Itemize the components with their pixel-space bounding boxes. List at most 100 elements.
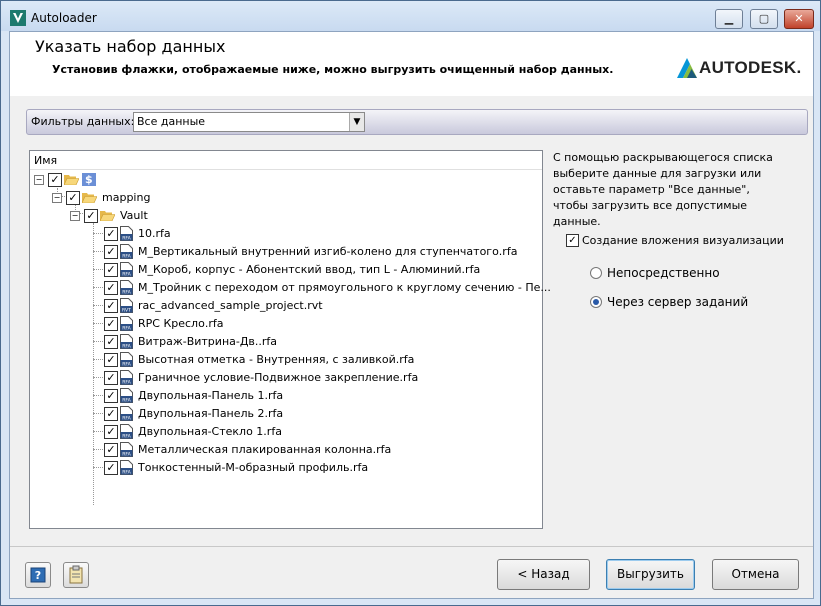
file-row[interactable]: ✓ RFA RPC Кресло.rfa (104, 316, 538, 332)
file-type-badge: RVT (122, 308, 131, 314)
minimize-button[interactable]: ▁ (715, 9, 743, 29)
tree-node-mapping[interactable]: − ✓ mapping (52, 190, 352, 206)
vault-checkbox[interactable]: ✓ (84, 209, 98, 223)
file-type-badge: RFA (122, 254, 131, 260)
document-icon: RFA (120, 352, 133, 367)
file-checkbox[interactable]: ✓ (104, 353, 118, 367)
root-checkbox[interactable]: ✓ (48, 173, 62, 187)
file-row[interactable]: ✓ RFA Металлическая плакированная колонна.… (104, 442, 538, 458)
file-type-badge: RFA (122, 380, 131, 386)
document-icon: RVT (120, 298, 133, 313)
file-row[interactable]: ✓ RFA Двупольная-Панель 2.rfa (104, 406, 538, 422)
document-icon: RFA (120, 406, 133, 421)
title-bar[interactable]: Autoloader ▁ ▢ ✕ (1, 1, 820, 31)
file-name: М_Тройник с переходом от прямоугольного … (138, 281, 551, 294)
file-checkbox[interactable]: ✓ (104, 389, 118, 403)
create-attachment-checkbox[interactable]: ✓ (566, 234, 579, 247)
radio-direct-label: Непосредственно (607, 266, 720, 280)
file-row[interactable]: ✓ RFA Двупольная-Стекло 1.rfa (104, 424, 538, 440)
cancel-button[interactable]: Отмена (712, 559, 799, 590)
file-row[interactable]: ✓ RFA Тонкостенный-М-образный профиль.rfa (104, 460, 538, 476)
file-type-badge: RFA (122, 326, 131, 332)
radio-server-label: Через сервер заданий (607, 295, 749, 309)
back-button[interactable]: < Назад (497, 559, 590, 590)
autodesk-logo-icon (677, 58, 697, 78)
document-icon: RFA (120, 424, 133, 439)
file-row[interactable]: ✓ RFA М_Короб, корпус - Абонентский ввод, … (104, 262, 538, 278)
clipboard-icon (69, 565, 83, 584)
file-checkbox[interactable]: ✓ (104, 425, 118, 439)
maximize-icon: ▢ (758, 12, 770, 25)
file-name: Металлическая плакированная колонна.rfa (138, 443, 392, 456)
tree-node-vault[interactable]: − ✓ Vault (70, 208, 370, 224)
radio-server[interactable] (590, 296, 602, 308)
data-filter-dropdown[interactable]: Все данные ▼ (133, 112, 365, 132)
file-row[interactable]: ✓ RFA Высотная отметка - Внутренняя, с зал… (104, 352, 538, 368)
vault-label: Vault (120, 209, 148, 222)
file-type-badge: RFA (122, 416, 131, 422)
file-row[interactable]: ✓ RFA Витраж-Витрина-Дв..rfa (104, 334, 538, 350)
collapse-icon[interactable]: − (52, 193, 62, 203)
document-icon: RFA (120, 280, 133, 295)
document-icon: RFA (120, 442, 133, 457)
upload-button[interactable]: Выгрузить (606, 559, 695, 590)
collapse-icon[interactable]: − (70, 211, 80, 221)
file-type-badge: RFA (122, 452, 131, 458)
file-type-badge: RFA (122, 344, 131, 350)
folder-open-icon (100, 211, 115, 221)
column-name-label: Имя (34, 154, 58, 167)
collapse-icon[interactable]: − (34, 175, 44, 185)
clipboard-button[interactable] (63, 562, 89, 588)
file-type-badge: RFA (122, 470, 131, 476)
file-name: М_Вертикальный внутренний изгиб-колено д… (138, 245, 518, 258)
dropdown-arrow-icon[interactable]: ▼ (349, 113, 364, 131)
file-checkbox[interactable]: ✓ (104, 335, 118, 349)
file-name: Двупольная-Панель 2.rfa (138, 407, 284, 420)
close-button[interactable]: ✕ (784, 9, 814, 29)
file-checkbox[interactable]: ✓ (104, 245, 118, 259)
file-type-badge: RFA (122, 272, 131, 278)
file-name: 10.rfa (138, 227, 171, 240)
radio-server-option[interactable]: Через сервер заданий (590, 294, 790, 310)
file-type-badge: RFA (122, 398, 131, 404)
file-row[interactable]: ✓ RFA 10.rfa (104, 226, 538, 242)
mapping-label: mapping (102, 191, 151, 204)
file-checkbox[interactable]: ✓ (104, 371, 118, 385)
file-checkbox[interactable]: ✓ (104, 407, 118, 421)
file-checkbox[interactable]: ✓ (104, 461, 118, 475)
file-checkbox[interactable]: ✓ (104, 281, 118, 295)
file-row[interactable]: ✓ RFA Граничное условие-Подвижное закрепле… (104, 370, 538, 386)
file-checkbox[interactable]: ✓ (104, 263, 118, 277)
mapping-checkbox[interactable]: ✓ (66, 191, 80, 205)
file-checkbox[interactable]: ✓ (104, 299, 118, 313)
autoloader-window: Autoloader ▁ ▢ ✕ Указать набор данных Ус… (0, 0, 821, 606)
dataset-tree[interactable]: Имя − ✓ $ − ✓ mapping − ✓ Vault ✓ RFA 10… (29, 150, 551, 529)
file-checkbox[interactable]: ✓ (104, 443, 118, 457)
radio-direct-option[interactable]: Непосредственно (590, 265, 790, 281)
svg-text:?: ? (35, 569, 41, 582)
file-type-badge: RFA (122, 290, 131, 296)
maximize-button[interactable]: ▢ (750, 9, 778, 29)
help-icon: ? (30, 567, 46, 583)
file-name: RPC Кресло.rfa (138, 317, 224, 330)
footer-divider (10, 546, 813, 547)
root-label: $ (82, 173, 96, 186)
create-attachment-option[interactable]: ✓ Создание вложения визуализации (566, 233, 806, 249)
file-checkbox[interactable]: ✓ (104, 227, 118, 241)
dialog-body: Указать набор данных Установив флажки, о… (9, 31, 814, 599)
file-checkbox[interactable]: ✓ (104, 317, 118, 331)
brand-wordmark: AUTODESK. (699, 58, 802, 77)
wizard-header: Указать набор данных Установив флажки, о… (10, 32, 813, 96)
data-filter-value: Все данные (137, 115, 206, 128)
help-button[interactable]: ? (25, 562, 51, 588)
file-row[interactable]: ✓ RFA М_Вертикальный внутренний изгиб-коле… (104, 244, 538, 260)
tree-column-header[interactable]: Имя (30, 151, 542, 170)
page-title: Указать набор данных (35, 37, 226, 56)
tree-node-root[interactable]: − ✓ $ (34, 172, 334, 188)
file-row[interactable]: ✓ RVT rac_advanced_sample_project.rvt (104, 298, 538, 314)
file-row[interactable]: ✓ RFA Двупольная-Панель 1.rfa (104, 388, 538, 404)
file-row[interactable]: ✓ RFA М_Тройник с переходом от прямоугольн… (104, 280, 551, 296)
filter-label: Фильтры данных: (31, 115, 135, 128)
file-type-badge: RFA (122, 236, 131, 242)
radio-direct[interactable] (590, 267, 602, 279)
